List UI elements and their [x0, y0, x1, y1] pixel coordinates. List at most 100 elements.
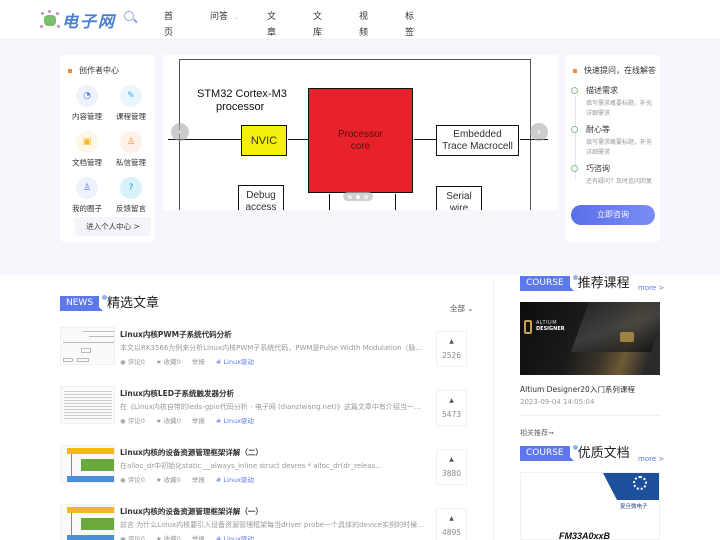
comment-count[interactable]: ◉ 评论0 — [120, 533, 145, 540]
favorite-count[interactable]: ★ 收藏0 — [156, 533, 181, 540]
banner-dot-active[interactable] — [356, 194, 360, 199]
article-thumbnail[interactable] — [60, 327, 115, 365]
creator-tool[interactable]: ♙ 私信管理 — [109, 131, 153, 168]
nvic-block: NVIC — [241, 125, 287, 156]
courses-section-header: COURSE 推荐课程 — [520, 275, 630, 291]
creator-tool-label: 私信管理 — [116, 158, 146, 167]
banner-prev-button[interactable]: ‹ — [171, 123, 189, 141]
etm-label-2: Trace Macrocell — [442, 140, 513, 152]
article-thumbnail[interactable] — [60, 504, 115, 540]
step-consult: 巧咨询 还有疑问？及时追问回复 — [571, 163, 656, 187]
site-logo[interactable]: 电子网 — [40, 8, 116, 32]
report-link[interactable]: 举报 — [192, 356, 205, 366]
banner-carousel[interactable]: STM32 Cortex-M3 processor NVIC Processor… — [163, 55, 558, 210]
courses-more-link[interactable]: more > — [638, 284, 664, 292]
fudan-logo-banner — [603, 473, 659, 500]
news-badge: NEWS — [60, 296, 104, 311]
document-thumbnail[interactable]: 复旦微电子 FM33A0xxB — [520, 472, 660, 540]
consult-now-button[interactable]: 立即咨询 — [571, 205, 655, 225]
creator-tool[interactable]: ♙ 我的圈子 — [65, 177, 109, 214]
article-tag[interactable]: # Linux驱动 — [216, 356, 254, 366]
docs-more-link[interactable]: more > — [638, 455, 664, 463]
creator-tool[interactable]: ◔ 内容管理 — [65, 85, 109, 122]
doc-part-number: FM33A0xxB — [559, 531, 611, 540]
badge-dot — [102, 295, 108, 300]
course-title[interactable]: Altium Designer20入门系列课程 — [520, 384, 635, 395]
comment-count[interactable]: ◉ 评论0 — [120, 415, 145, 425]
banner-image[interactable]: STM32 Cortex-M3 processor NVIC Processor… — [163, 55, 558, 210]
title-dot — [573, 68, 577, 73]
upvote-button[interactable]: ▲ 2526 — [436, 331, 467, 367]
creator-tool[interactable]: ✎ 课程管理 — [109, 85, 153, 122]
comment-count[interactable]: ◉ 评论0 — [120, 474, 145, 484]
nav-videos[interactable]: 视频 — [359, 9, 368, 38]
nav-articles[interactable]: 文章 — [267, 9, 276, 38]
related-recommendations-link[interactable]: 相关推荐➞ — [520, 428, 554, 438]
creator-tool-label: 课程管理 — [116, 112, 146, 121]
favorite-count[interactable]: ★ 收藏0 — [156, 474, 181, 484]
creator-tool[interactable]: ▣ 文档管理 — [65, 131, 109, 168]
nav-home[interactable]: 首页 — [164, 9, 173, 38]
article-title[interactable]: Linux内核的设备资源管理框架详解（二） — [120, 447, 263, 458]
bug-logo-icon — [40, 10, 60, 30]
report-link[interactable]: 举报 — [192, 474, 205, 484]
article-title[interactable]: Linux内核PWM子系统代码分析 — [120, 329, 232, 340]
article-title[interactable]: Linux内核LED子系统触发器分析 — [120, 388, 234, 399]
badge-dot — [572, 445, 578, 450]
step-circle-icon — [571, 126, 578, 133]
article-tag[interactable]: # Linux驱动 — [216, 474, 254, 484]
search-icon[interactable] — [124, 11, 138, 25]
upvote-arrow-icon: ▲ — [449, 397, 454, 404]
favorite-count[interactable]: ★ 收藏0 — [156, 356, 181, 366]
course-badge: COURSE — [520, 446, 574, 461]
diagram-title-1: STM32 Cortex-M3 — [197, 88, 287, 100]
banner-next-button[interactable]: › — [530, 123, 548, 141]
article-item: Linux内核的设备资源管理框架详解（二） 在alloc_dr中初始化static… — [60, 445, 470, 493]
logo-text: 电子网 — [62, 12, 117, 31]
docs-section-title: 优质文档 — [577, 446, 630, 461]
doc-company: 复旦微电子 — [620, 504, 648, 510]
filter-all-dropdown[interactable]: 全部 ⌄ — [450, 303, 474, 314]
step-desc: 填写需求概要标题，补充详细需求 — [586, 139, 653, 156]
comment-count[interactable]: ◉ 评论0 — [120, 356, 145, 366]
core-label-1: Processor — [337, 128, 383, 140]
altium-logo-icon — [524, 320, 532, 334]
article-title[interactable]: Linux内核的设备资源管理框架详解（一） — [120, 506, 263, 517]
upvote-button[interactable]: ▲ 4895 — [436, 508, 467, 540]
article-item: Linux内核PWM子系统代码分析 本文以RK3566为例来分析Linux内核PW… — [60, 327, 470, 375]
article-summary: 在《Linux内核自带的leds-gpio代码分析 - 电子网 (dianziw… — [120, 403, 425, 411]
etm-block: Embedded Trace Macrocell — [436, 125, 519, 156]
upvote-button[interactable]: ▲ 5473 — [436, 390, 467, 426]
nav-library[interactable]: 文库 — [313, 9, 322, 38]
board-chip — [620, 332, 634, 342]
upvote-button[interactable]: ▲ 3880 — [436, 449, 467, 485]
banner-dot[interactable] — [364, 194, 368, 199]
upvote-arrow-icon: ▲ — [449, 456, 454, 463]
diagram-title-2: processor — [216, 101, 265, 113]
arrow-line — [329, 194, 330, 210]
article-thumbnail[interactable] — [60, 445, 115, 483]
column-divider — [493, 278, 494, 540]
nav-qa[interactable]: 问答 ⌄ — [210, 9, 239, 25]
creator-tools: ◔ 内容管理 ✎ 课程管理 ▣ 文档管理 ♙ 私信管理 ♙ 我的圈子? 反馈留言 — [65, 85, 155, 214]
nav-tags[interactable]: 标签 — [405, 9, 414, 38]
fudan-logo-icon — [633, 476, 647, 490]
step-circle-icon — [571, 87, 578, 94]
favorite-count[interactable]: ★ 收藏0 — [156, 415, 181, 425]
banner-dot[interactable] — [348, 194, 352, 199]
article-tag[interactable]: # Linux驱动 — [216, 415, 254, 425]
report-link[interactable]: 举报 — [192, 533, 205, 540]
step-desc: 还有疑问？及时追问回复 — [586, 178, 653, 185]
course-thumbnail[interactable]: ALTIUM DESIGNER — [520, 302, 660, 375]
debug-label-2: access — [245, 202, 277, 210]
pie-chart-icon: ◔ — [76, 85, 98, 107]
creator-tool[interactable]: ? 反馈留言 — [109, 177, 153, 214]
article-thumbnail[interactable] — [60, 386, 115, 424]
arrow-line — [395, 194, 396, 210]
creator-center-title-text: 创作者中心 — [79, 66, 119, 75]
report-link[interactable]: 举报 — [192, 415, 205, 425]
article-meta: ◉ 评论0 ★ 收藏0 举报 # Linux驱动 — [120, 356, 265, 366]
article-tag[interactable]: # Linux驱动 — [216, 533, 254, 540]
step-title: 描述需求 — [586, 86, 618, 95]
enter-personal-center-button[interactable]: 进入个人中心 > — [75, 217, 151, 236]
